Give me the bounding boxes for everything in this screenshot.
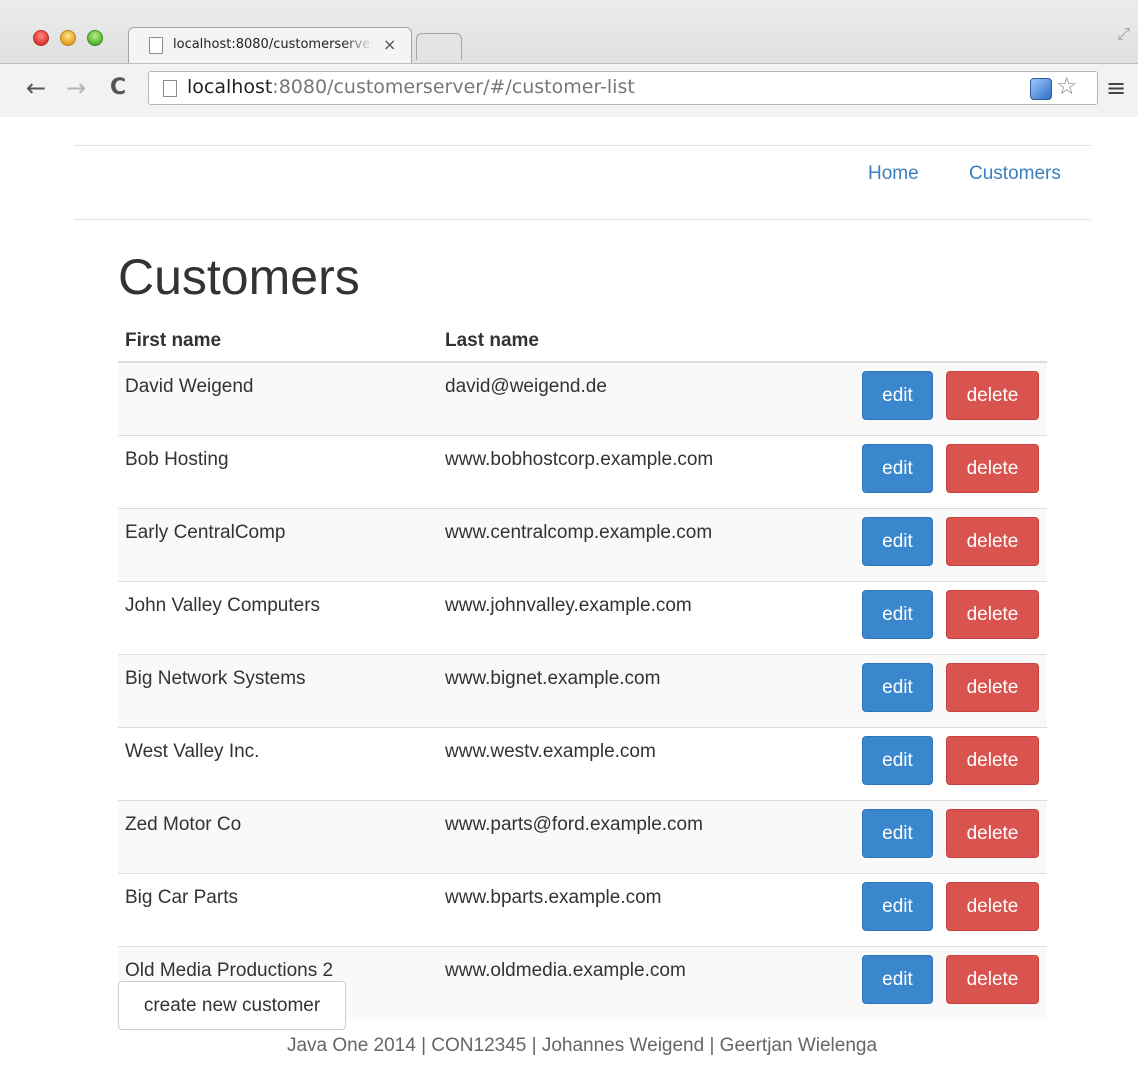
cell-last-name: www.bobhostcorp.example.com — [438, 435, 852, 509]
close-icon[interactable]: × — [383, 35, 396, 54]
cell-actions: edit delete — [852, 800, 1047, 874]
browser-tab[interactable]: localhost:8080/customerserver/#/customer… — [128, 27, 412, 64]
cell-first-name: Big Car Parts — [118, 873, 438, 947]
address-bar[interactable]: localhost:8080/customerserver/#/customer… — [148, 71, 1098, 105]
edit-button[interactable]: edit — [862, 444, 933, 493]
delete-button[interactable]: delete — [946, 882, 1039, 931]
cell-actions: edit delete — [852, 654, 1047, 728]
delete-button[interactable]: delete — [946, 371, 1039, 420]
header-actions — [852, 321, 1047, 363]
cell-first-name: John Valley Computers — [118, 581, 438, 655]
star-icon[interactable]: ☆ — [1056, 72, 1078, 100]
create-customer-button[interactable]: create new customer — [118, 981, 346, 1030]
cell-actions: edit delete — [852, 727, 1047, 801]
address-text[interactable]: localhost:8080/customerserver/#/customer… — [187, 76, 635, 98]
cell-first-name: David Weigend — [118, 361, 438, 436]
table-row: West Valley Inc. www.westv.example.com edi… — [118, 727, 1047, 801]
cell-last-name: www.parts@ford.example.com — [438, 800, 852, 874]
url-path: :8080/customerserver/#/customer-list — [272, 76, 635, 98]
page-icon — [149, 37, 163, 54]
edit-button[interactable]: edit — [862, 809, 933, 858]
nav-home-link[interactable]: Home — [868, 163, 919, 185]
cell-actions: edit delete — [852, 435, 1047, 509]
cell-last-name: www.bparts.example.com — [438, 873, 852, 947]
delete-button[interactable]: delete — [946, 955, 1039, 1004]
navbar-divider — [74, 219, 1091, 220]
resize-icon[interactable]: ⤢ — [1117, 24, 1130, 44]
edit-button[interactable]: edit — [862, 955, 933, 1004]
cell-first-name: Zed Motor Co — [118, 800, 438, 874]
footer-text: Java One 2014 | CON12345 | Johannes Weig… — [286, 1035, 878, 1056]
extension-icon[interactable] — [1030, 78, 1052, 100]
tab-title: localhost:8080/customerserver/#/customer… — [173, 37, 373, 52]
cell-first-name: Early CentralComp — [118, 508, 438, 582]
page-title: Customers — [118, 249, 360, 305]
menu-icon[interactable]: ≡ — [1106, 74, 1126, 102]
cell-actions: edit delete — [852, 946, 1047, 1019]
cell-actions: edit delete — [852, 873, 1047, 947]
edit-button[interactable]: edit — [862, 590, 933, 639]
delete-button[interactable]: delete — [946, 809, 1039, 858]
table-row: Big Network Systems www.bignet.example.co… — [118, 654, 1047, 728]
page-icon — [163, 80, 177, 97]
edit-button[interactable]: edit — [862, 882, 933, 931]
cell-last-name: www.johnvalley.example.com — [438, 581, 852, 655]
nav-customers-link[interactable]: Customers — [969, 163, 1061, 185]
edit-button[interactable]: edit — [862, 517, 933, 566]
cell-last-name: www.westv.example.com — [438, 727, 852, 801]
cell-last-name: www.oldmedia.example.com — [438, 946, 852, 1019]
table-header-row: First name Last name — [118, 321, 1047, 363]
cell-last-name: www.centralcomp.example.com — [438, 508, 852, 582]
zoom-window-button[interactable] — [87, 30, 103, 46]
minimize-window-button[interactable] — [60, 30, 76, 46]
back-icon[interactable]: ← — [26, 74, 46, 102]
header-first-name: First name — [118, 321, 438, 363]
cell-first-name: Bob Hosting — [118, 435, 438, 509]
table-row: John Valley Computers www.johnvalley.exam… — [118, 581, 1047, 655]
delete-button[interactable]: delete — [946, 517, 1039, 566]
close-window-button[interactable] — [33, 30, 49, 46]
delete-button[interactable]: delete — [946, 444, 1039, 493]
edit-button[interactable]: edit — [862, 663, 933, 712]
new-tab-button[interactable] — [416, 33, 462, 60]
navbar-divider — [74, 145, 1091, 146]
cell-first-name: Big Network Systems — [118, 654, 438, 728]
forward-icon[interactable]: → — [66, 74, 86, 102]
cell-last-name: www.bignet.example.com — [438, 654, 852, 728]
url-host: localhost — [187, 76, 273, 98]
cell-last-name: david@weigend.de — [438, 361, 852, 436]
table-row: Bob Hosting www.bobhostcorp.example.com ed… — [118, 435, 1047, 509]
table-row: Big Car Parts www.bparts.example.com edit d… — [118, 873, 1047, 947]
cell-first-name: West Valley Inc. — [118, 727, 438, 801]
cell-actions: edit delete — [852, 508, 1047, 582]
page-content: Home Customers Customers First name Last… — [0, 117, 1138, 1085]
customer-table: First name Last name David Weigend david@… — [118, 321, 1047, 1019]
edit-button[interactable]: edit — [862, 371, 933, 420]
table-row: David Weigend david@weigend.de edit delete — [118, 361, 1047, 436]
header-last-name: Last name — [438, 321, 852, 363]
edit-button[interactable]: edit — [862, 736, 933, 785]
reload-icon[interactable]: C — [110, 74, 126, 102]
table-row: Early CentralComp www.centralcomp.example… — [118, 508, 1047, 582]
browser-chrome: localhost:8080/customerserver/#/customer… — [0, 0, 1138, 117]
delete-button[interactable]: delete — [946, 736, 1039, 785]
delete-button[interactable]: delete — [946, 663, 1039, 712]
cell-actions: edit delete — [852, 361, 1047, 436]
table-row: Zed Motor Co www.parts@ford.example.com ed… — [118, 800, 1047, 874]
cell-actions: edit delete — [852, 581, 1047, 655]
delete-button[interactable]: delete — [946, 590, 1039, 639]
